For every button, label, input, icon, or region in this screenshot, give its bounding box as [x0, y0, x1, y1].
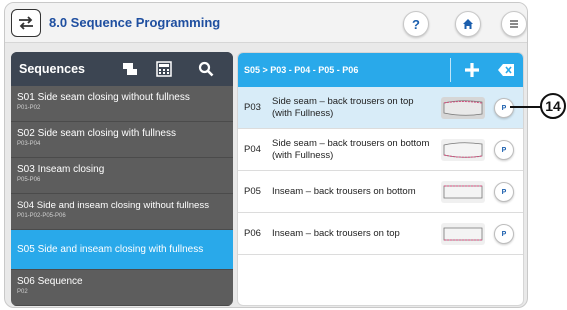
swap-arrows-icon[interactable] — [11, 9, 41, 37]
program-row-p03[interactable]: P03 Side seam – back trousers on top (wi… — [238, 87, 523, 129]
program-code: P04 — [244, 144, 261, 155]
program-p-button[interactable]: P — [494, 224, 514, 244]
sequence-item-s01[interactable]: S01 Side seam closing without fullness P… — [11, 86, 233, 122]
programs-header: S05 > P03 - P04 - P05 - P06 — [238, 53, 523, 87]
program-label: Side seam – back trousers on top (with F… — [272, 95, 414, 119]
program-p-button[interactable]: P — [494, 98, 514, 118]
callout-marker: 14 — [540, 93, 566, 119]
page-title: 8.0 Sequence Programming — [49, 15, 221, 30]
sequence-item-s04[interactable]: S04 Side and inseam closing without full… — [11, 194, 233, 230]
help-button[interactable]: ? — [403, 11, 429, 37]
header-bar: 8.0 Sequence Programming ? — [5, 3, 527, 43]
program-label: Inseam – back trousers on top — [272, 227, 400, 239]
header-divider — [450, 58, 451, 82]
program-code: P06 — [244, 228, 261, 239]
copy-icon[interactable] — [121, 60, 139, 78]
program-row-p05[interactable]: P05 Inseam – back trousers on bottom P — [238, 171, 523, 213]
program-label: Inseam – back trousers on bottom — [272, 185, 416, 197]
sequence-item-s03[interactable]: S03 Inseam closing P05-P06 — [11, 158, 233, 194]
menu-button[interactable] — [501, 11, 527, 37]
program-row-p04[interactable]: P04 Side seam – back trousers on bottom … — [238, 129, 523, 171]
trousers-pattern-icon — [441, 139, 485, 161]
backspace-icon[interactable] — [498, 64, 514, 76]
menu-icon — [510, 20, 518, 28]
program-code: P05 — [244, 186, 261, 197]
program-row-p06[interactable]: P06 Inseam – back trousers on top P — [238, 213, 523, 255]
program-label: Side seam – back trousers on bottom (wit… — [272, 137, 430, 161]
plus-icon[interactable] — [464, 62, 480, 78]
trousers-pattern-icon — [441, 181, 485, 203]
sequences-title: Sequences — [19, 62, 86, 76]
search-icon[interactable] — [197, 60, 215, 78]
sequences-header: Sequences — [11, 52, 233, 86]
sequence-item-s05[interactable]: S05 Side and inseam closing with fullnes… — [11, 230, 233, 270]
home-icon — [463, 19, 473, 29]
home-button[interactable] — [455, 11, 481, 37]
calculator-icon[interactable] — [155, 60, 173, 78]
callout-line — [510, 106, 544, 108]
trousers-pattern-icon — [441, 97, 485, 119]
trousers-pattern-icon — [441, 223, 485, 245]
program-p-button[interactable]: P — [494, 182, 514, 202]
programs-panel: S05 > P03 - P04 - P05 - P06 P03 Side sea… — [237, 52, 524, 306]
sequences-panel: Sequences S01 Side seam closing without … — [11, 52, 233, 306]
sequence-item-s06[interactable]: S06 Sequence P02 — [11, 270, 233, 306]
breadcrumb: S05 > P03 - P04 - P05 - P06 — [244, 65, 359, 75]
program-p-button[interactable]: P — [494, 140, 514, 160]
sequence-item-s02[interactable]: S02 Side seam closing with fullness P03-… — [11, 122, 233, 158]
program-code: P03 — [244, 102, 261, 113]
app-window: 8.0 Sequence Programming ? Sequences S01… — [4, 2, 528, 308]
